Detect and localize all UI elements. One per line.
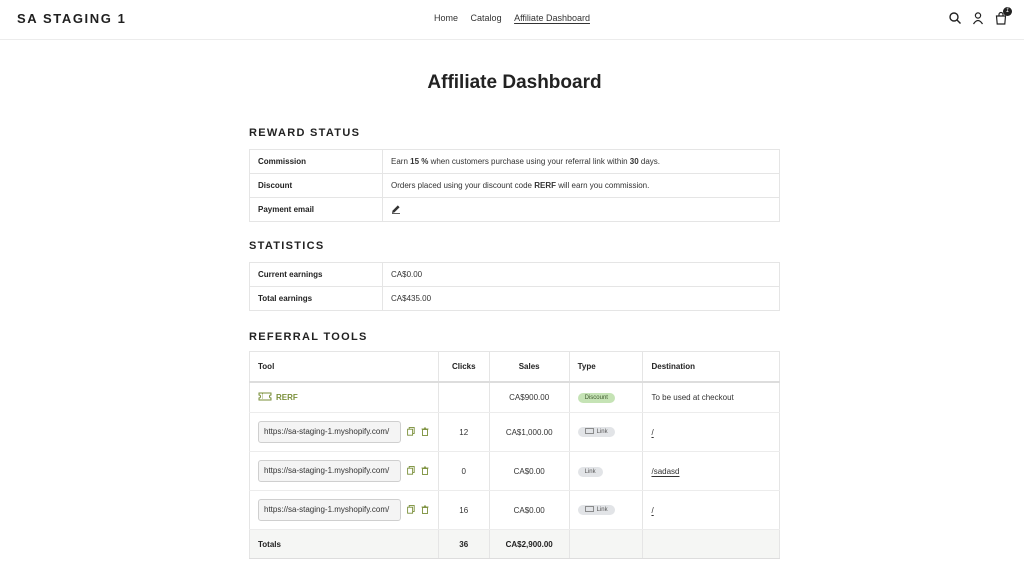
discount-code[interactable]: RERF — [258, 392, 298, 403]
stat-value: CA$0.00 — [382, 262, 780, 287]
referral-url-field[interactable]: https://sa-staging-1.myshopify.com/ — [258, 460, 401, 482]
type-badge-discount: Discount — [577, 392, 615, 403]
table-row: RERF CA$900.00 Discount To be used at ch… — [249, 381, 780, 413]
clicks-cell: 16 — [437, 490, 490, 530]
sales-cell: CA$900.00 — [488, 381, 570, 413]
reward-status-heading: REWARD STATUS — [249, 127, 361, 139]
commission-row: Commission Earn 15 % when customers purc… — [249, 149, 780, 174]
col-destination: Destination — [642, 351, 780, 383]
stat-row: Current earnings CA$0.00 — [249, 262, 780, 287]
trash-icon[interactable] — [421, 505, 429, 516]
statistics-heading: STATISTICS — [249, 240, 325, 252]
link-icon — [584, 506, 594, 514]
payment-email-row: Payment email — [249, 197, 780, 222]
sales-cell: CA$1,000.00 — [488, 412, 570, 452]
referral-tools-table: Tool Clicks Sales Type Destination RERF … — [249, 351, 780, 559]
trash-icon[interactable] — [421, 466, 429, 477]
totals-row: Totals 36 CA$2,900.00 — [249, 529, 780, 559]
copy-icon[interactable] — [407, 504, 415, 516]
referral-url-field[interactable]: https://sa-staging-1.myshopify.com/ — [258, 421, 401, 443]
totals-sales: CA$2,900.00 — [488, 529, 570, 559]
cart-count-badge: 1 — [1003, 7, 1012, 16]
col-tool: Tool — [249, 351, 439, 383]
totals-label: Totals — [249, 529, 439, 559]
account-icon[interactable] — [971, 11, 985, 25]
nav-catalog[interactable]: Catalog — [471, 13, 502, 23]
site-header: SA STAGING 1 Home Catalog Affiliate Dash… — [0, 0, 1024, 40]
ticket-icon — [258, 392, 272, 403]
cart-icon[interactable]: 1 — [994, 7, 1012, 25]
copy-icon[interactable] — [407, 465, 415, 477]
sales-cell: CA$0.00 — [488, 490, 570, 530]
table-row: https://sa-staging-1.myshopify.com/ 12 C… — [249, 412, 780, 452]
col-type: Type — [568, 351, 644, 383]
search-icon[interactable] — [948, 11, 962, 25]
copy-icon[interactable] — [407, 426, 415, 438]
type-badge-link: Link — [577, 505, 615, 515]
main-nav: Home Catalog Affiliate Dashboard — [0, 13, 1024, 23]
stat-row: Total earnings CA$435.00 — [249, 286, 780, 311]
discount-label: Discount — [249, 173, 383, 198]
discount-row: Discount Orders placed using your discou… — [249, 173, 780, 198]
col-sales: Sales — [488, 351, 570, 383]
destination-link[interactable]: / — [651, 428, 653, 437]
commission-label: Commission — [249, 149, 383, 174]
link-icon — [584, 428, 594, 436]
table-row: https://sa-staging-1.myshopify.com/ 0 CA… — [249, 451, 780, 491]
destination-cell: To be used at checkout — [642, 381, 780, 413]
nav-affiliate-dashboard[interactable]: Affiliate Dashboard — [514, 13, 590, 23]
header-icons: 1 — [948, 7, 1012, 25]
stat-label: Current earnings — [249, 262, 383, 287]
pencil-icon[interactable] — [391, 204, 401, 216]
destination-link[interactable]: /sadasd — [651, 467, 679, 476]
payment-email-label: Payment email — [249, 197, 383, 222]
type-badge-link: Link — [577, 427, 615, 437]
clicks-cell: 12 — [437, 412, 490, 452]
clicks-cell: 0 — [437, 451, 490, 491]
col-clicks: Clicks — [437, 351, 490, 383]
sales-cell: CA$0.00 — [488, 451, 570, 491]
discount-text: Orders placed using your discount code R… — [382, 173, 780, 198]
table-header: Tool Clicks Sales Type Destination — [249, 351, 780, 383]
commission-text: Earn 15 % when customers purchase using … — [382, 149, 780, 174]
referral-tools-heading: REFERRAL TOOLS — [249, 331, 368, 343]
totals-clicks: 36 — [437, 529, 490, 559]
destination-link[interactable]: / — [651, 506, 653, 515]
type-badge-link: Link — [577, 466, 603, 477]
table-row: https://sa-staging-1.myshopify.com/ 16 C… — [249, 490, 780, 530]
nav-home[interactable]: Home — [434, 13, 458, 23]
page-title: Affiliate Dashboard — [427, 72, 602, 93]
referral-url-field[interactable]: https://sa-staging-1.myshopify.com/ — [258, 499, 401, 521]
reward-status-table: Commission Earn 15 % when customers purc… — [249, 149, 780, 222]
statistics-table: Current earnings CA$0.00 Total earnings … — [249, 262, 780, 311]
clicks-cell — [437, 381, 490, 413]
stat-value: CA$435.00 — [382, 286, 780, 311]
trash-icon[interactable] — [421, 427, 429, 438]
stat-label: Total earnings — [249, 286, 383, 311]
affiliate-main: Affiliate Dashboard REWARD STATUS Commis… — [249, 40, 780, 559]
